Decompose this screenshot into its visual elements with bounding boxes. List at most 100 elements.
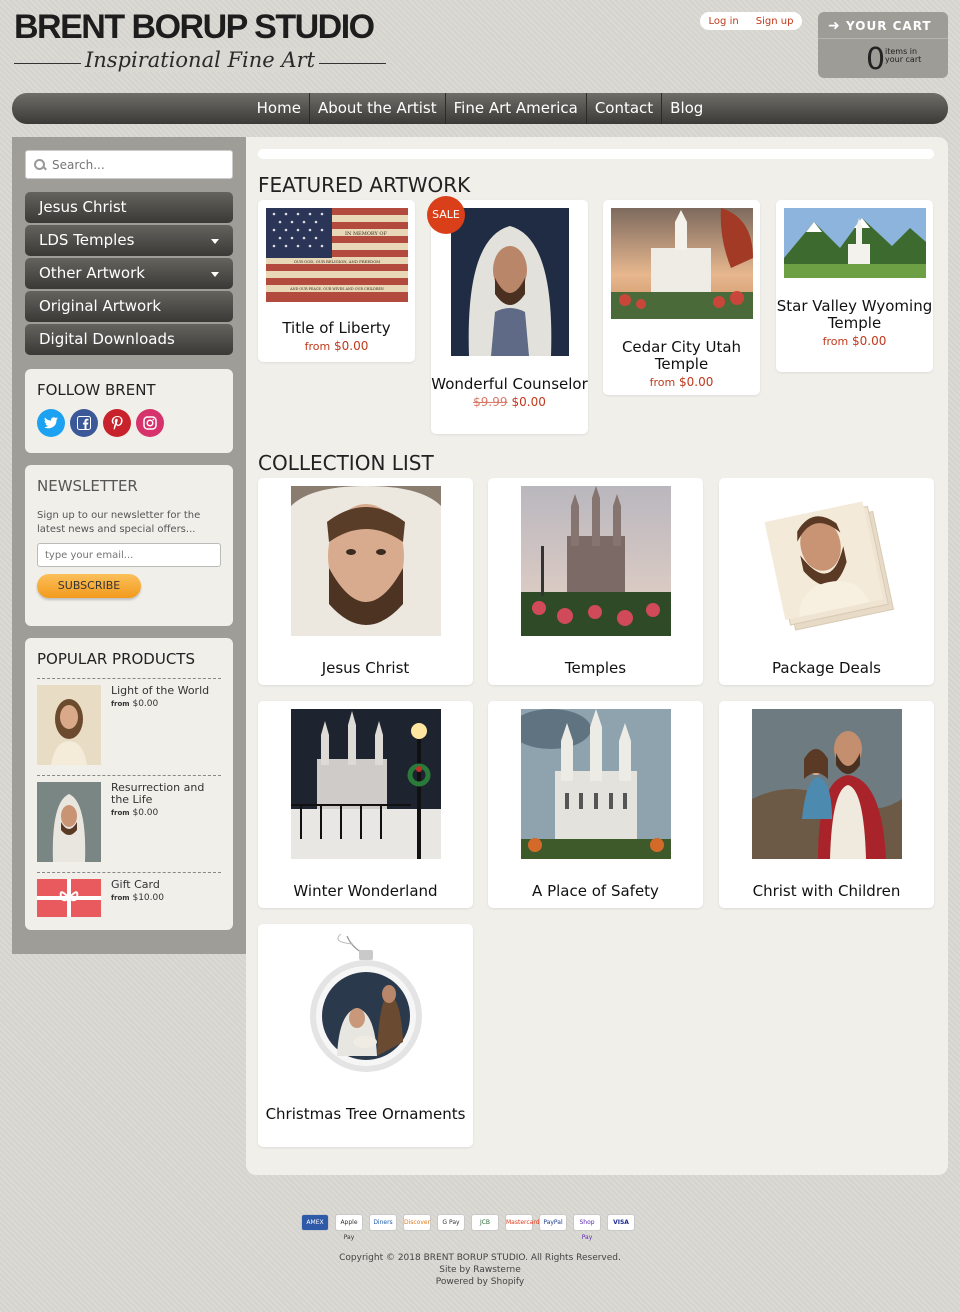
newsletter-panel: NEWSLETTER Sign up to our newsletter for… <box>25 465 233 626</box>
login-link[interactable]: Log in <box>709 16 739 27</box>
search-box <box>25 150 233 179</box>
account-links: Log in Sign up <box>700 12 802 30</box>
collection-card-jesus-christ[interactable]: Jesus Christ <box>258 478 473 685</box>
collection-card-a-place-of-safety[interactable]: A Place of Safety <box>488 701 703 908</box>
twitter-icon[interactable] <box>37 409 65 437</box>
apple-pay-icon: Apple Pay <box>335 1214 363 1241</box>
collection-card-christ-with-children[interactable]: Christ with Children <box>719 701 934 908</box>
nav-home[interactable]: Home <box>249 93 309 124</box>
gift-card-icon <box>37 879 101 921</box>
category-lds-temples[interactable]: LDS Temples <box>25 225 233 256</box>
collection-image <box>290 932 441 1082</box>
site-logo[interactable]: BRENT BORUP STUDIO Inspirational Fine Ar… <box>14 8 386 78</box>
product-thumbnail <box>37 782 101 866</box>
product-title: Wonderful Counselor <box>431 375 588 393</box>
nav-contact[interactable]: Contact <box>585 93 661 124</box>
product-price: from $10.00 <box>111 893 164 903</box>
collection-title: Package Deals <box>772 659 881 677</box>
collection-title: Christmas Tree Ornaments <box>265 1105 466 1123</box>
nav-blog[interactable]: Blog <box>661 93 711 124</box>
logo-title: BRENT BORUP STUDIO <box>14 8 375 46</box>
pinterest-icon[interactable] <box>103 409 131 437</box>
featured-card-title-of-liberty[interactable]: IN MEMORY OF OUR GOD, OUR RELIGION, AND … <box>258 200 415 362</box>
featured-card-star-valley-wyoming-temple[interactable]: Star Valley Wyoming Temple from $0.00 <box>776 200 933 372</box>
product-name: Gift Card <box>111 878 160 891</box>
product-name: Light of the World <box>111 684 210 697</box>
cart-label: ➜ YOUR CART <box>828 18 932 34</box>
visa-icon: VISA <box>607 1214 635 1231</box>
popular-item[interactable]: Gift Card from $10.00 <box>37 873 221 927</box>
sale-badge: SALE <box>427 196 465 234</box>
collection-card-winter-wonderland[interactable]: Winter Wonderland <box>258 701 473 908</box>
collection-image <box>751 709 902 859</box>
product-price: from $0.00 <box>304 339 369 353</box>
mastercard-icon: Mastercard <box>505 1214 540 1231</box>
arrow-right-icon: ➜ <box>828 18 841 34</box>
facebook-icon[interactable] <box>70 409 98 437</box>
product-price: from $0.00 <box>649 375 714 389</box>
product-thumbnail <box>37 685 101 769</box>
search-icon <box>34 158 46 171</box>
main-nav: Home About the Artist Fine Art America C… <box>12 93 948 124</box>
google-pay-icon: G Pay <box>437 1214 465 1231</box>
product-name: Resurrection and the Life <box>111 781 205 806</box>
category-other-artwork[interactable]: Other Artwork <box>25 258 233 289</box>
discover-icon: Discover <box>403 1214 431 1231</box>
collection-list-title: COLLECTION LIST <box>258 451 434 475</box>
category-original-artwork[interactable]: Original Artwork <box>25 291 233 322</box>
collection-image <box>290 709 441 859</box>
cart-widget[interactable]: ➜ YOUR CART 0 items in your cart <box>818 12 948 78</box>
popular-products-panel: POPULAR PRODUCTS Light of the World from… <box>25 638 233 930</box>
newsletter-text: Sign up to our newsletter for the latest… <box>37 510 201 535</box>
nav-about-the-artist[interactable]: About the Artist <box>308 93 445 124</box>
collection-card-package-deals[interactable]: Package Deals <box>719 478 934 685</box>
follow-title: FOLLOW BRENT <box>37 381 156 399</box>
collection-title: Christ with Children <box>752 882 901 900</box>
copyright: Copyright © 2018 BRENT BORUP STUDIO. All… <box>339 1253 621 1263</box>
chevron-down-icon <box>211 239 219 244</box>
powered-by-link[interactable]: Powered by Shopify <box>0 1277 960 1287</box>
popular-title: POPULAR PRODUCTS <box>37 650 221 679</box>
featured-title: FEATURED ARTWORK <box>258 173 471 197</box>
payment-icons: AMEX Apple Pay Diners Discover G Pay JCB… <box>301 1214 635 1241</box>
search-input[interactable] <box>52 157 212 172</box>
collection-image <box>290 486 441 636</box>
product-price: from $0.00 <box>111 699 159 709</box>
collection-card-christmas-tree-ornaments[interactable]: Christmas Tree Ornaments <box>258 924 473 1147</box>
newsletter-title: NEWSLETTER <box>37 477 138 495</box>
category-jesus-christ[interactable]: Jesus Christ <box>25 192 233 223</box>
popular-item[interactable]: Resurrection and the Life from $0.00 <box>37 776 221 873</box>
signup-link[interactable]: Sign up <box>756 16 794 27</box>
category-digital-downloads[interactable]: Digital Downloads <box>25 324 233 355</box>
collection-card-temples[interactable]: Temples <box>488 478 703 685</box>
instagram-icon[interactable] <box>136 409 164 437</box>
nav-fine-art-america[interactable]: Fine Art America <box>444 93 586 124</box>
featured-card-cedar-city-utah-temple[interactable]: Cedar City Utah Temple from $0.00 <box>603 200 760 395</box>
product-price: from $0.00 <box>822 334 887 348</box>
product-price: from $0.00 <box>111 808 159 818</box>
old-price: $9.99 <box>473 395 508 409</box>
popular-item[interactable]: Light of the World from $0.00 <box>37 679 221 776</box>
top-bar <box>258 149 934 159</box>
product-title: Title of Liberty <box>282 319 391 337</box>
product-image: IN MEMORY OF OUR GOD, OUR RELIGION, AND … <box>265 208 408 302</box>
subscribe-button[interactable]: SUBSCRIBE <box>37 574 141 598</box>
cart-divider <box>818 38 948 39</box>
product-title: Star Valley Wyoming Temple <box>776 297 933 332</box>
newsletter-email-input[interactable] <box>37 543 221 567</box>
amex-icon: AMEX <box>301 1214 329 1231</box>
sidebar: Jesus Christ LDS Temples Other Artwork O… <box>12 137 246 954</box>
social-links <box>37 409 221 437</box>
flag-text-3: AND OUR PEACE, OUR WIVES AND OUR CHILDRE… <box>289 287 384 291</box>
flag-text-2: OUR GOD, OUR RELIGION, AND FREEDOM <box>293 259 380 264</box>
flag-text-1: IN MEMORY OF <box>345 231 388 237</box>
main-content: FEATURED ARTWORK IN MEMORY OF OUR GOD, O… <box>246 137 948 1175</box>
product-image <box>450 208 569 356</box>
site-by-link[interactable]: Site by Rawsterne <box>0 1265 960 1275</box>
collection-title: A Place of Safety <box>532 882 659 900</box>
featured-card-wonderful-counselor[interactable]: SALE Wonderful Counselor $9.99 $0.00 <box>427 196 588 434</box>
cart-items-text: items in your cart <box>885 47 922 64</box>
shop-pay-icon: Shop Pay <box>573 1214 601 1241</box>
jcb-icon: JCB <box>471 1214 499 1231</box>
product-price: $9.99 $0.00 <box>473 395 546 409</box>
